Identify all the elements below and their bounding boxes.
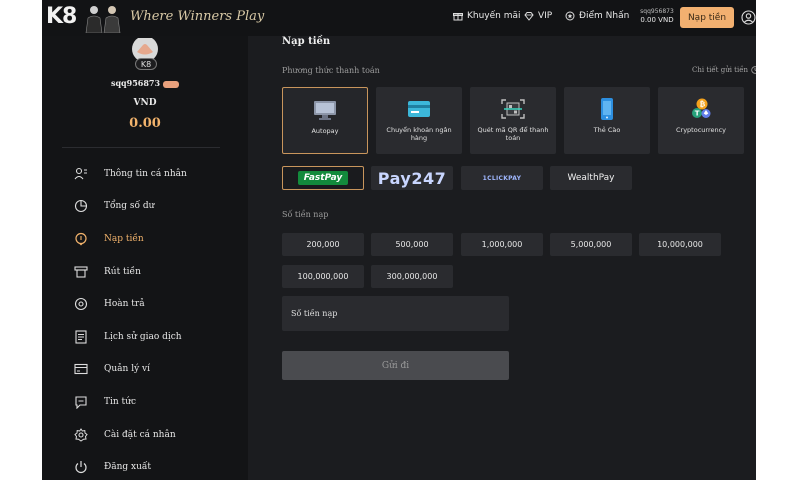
sidebar-item-label: Rút tiền (104, 267, 141, 277)
chat-icon (75, 396, 87, 409)
method-label: Chuyển khoản ngân hàng (386, 126, 452, 142)
provider-wealthpay-logo: WealthPay (567, 173, 615, 183)
amount-option[interactable]: 1,000,000 (461, 233, 543, 256)
method-label: Autopay (311, 127, 339, 135)
account-icon[interactable] (741, 10, 756, 25)
sidebar-balance: 0.00 (129, 116, 161, 131)
account-sidebar: K8 sqq956873 VND 0.00 Thông tin cá nhân … (42, 36, 248, 480)
monitor-icon (314, 101, 336, 120)
nav-promotions[interactable]: Khuyến mãi (453, 11, 521, 21)
crypto-coins-icon: ₿T (692, 98, 711, 118)
user-list-icon (74, 167, 87, 180)
svg-text:T: T (695, 110, 700, 118)
nav-vip-label: VIP (538, 11, 553, 21)
diamond-icon (524, 12, 534, 21)
sidebar-item-label: Nạp tiền (104, 234, 144, 244)
rebate-icon (74, 297, 88, 311)
method-scratch-card[interactable]: Thẻ Cào (564, 87, 650, 154)
sidebar-divider (62, 147, 220, 148)
sidebar-item-logout[interactable]: Đăng xuất (74, 456, 151, 478)
sidebar-item-label: Lịch sử giao dịch (104, 332, 182, 342)
amount-input[interactable] (282, 296, 509, 331)
gift-icon (453, 13, 463, 21)
amount-label: Số tiền nạp (282, 210, 329, 219)
header-deposit-button[interactable]: Nạp tiền (680, 7, 734, 28)
withdraw-icon (74, 266, 88, 278)
provider-fastpay[interactable]: FastPay (282, 166, 364, 190)
sidebar-item-label: Đăng xuất (104, 462, 152, 472)
deposit-icon (75, 232, 87, 246)
provider-wealthpay[interactable]: WealthPay (550, 166, 632, 190)
provider-fastpay-logo: FastPay (297, 171, 349, 185)
payment-method-label: Phương thức thanh toán (282, 66, 380, 75)
provider-1clickpay-logo: 1CLICKPAY (482, 174, 522, 182)
app-window: K8 Where Winners Play Khuyến mãi VIP Điể… (42, 0, 756, 480)
brand-tagline: Where Winners Play (130, 9, 265, 24)
power-icon (75, 461, 87, 474)
nav-highlights[interactable]: Điểm Nhấn (565, 11, 629, 21)
nav-vip[interactable]: VIP (524, 11, 552, 21)
header-user-info[interactable]: sqq956873 0.00 VND (638, 7, 676, 25)
deposit-details-link[interactable]: Chi tiết gửi tiền (692, 66, 756, 74)
provider-pay247-logo: Pay247 (377, 168, 447, 188)
sidebar-item-label: Quản lý ví (104, 364, 150, 374)
amount-option[interactable]: 100,000,000 (282, 265, 364, 288)
vip-badge-icon (163, 80, 180, 88)
brand-figures-icon (85, 6, 121, 33)
sidebar-item-wallet-management[interactable]: Quản lý ví (74, 358, 150, 380)
header-balance: 0.00 VND (640, 16, 674, 24)
header-username: sqq956873 (640, 8, 674, 15)
sidebar-item-rebate[interactable]: Hoàn trả (74, 293, 145, 315)
sidebar-item-news[interactable]: Tin tức (74, 391, 136, 413)
amount-option[interactable]: 5,000,000 (550, 233, 632, 256)
clock-icon (751, 66, 756, 74)
sidebar-item-label: Thông tin cá nhân (104, 169, 187, 179)
wallet-icon (74, 363, 88, 375)
bank-card-icon (408, 101, 430, 117)
svg-text:₿: ₿ (700, 101, 706, 109)
page-title: Nạp tiền (282, 36, 331, 47)
phone-card-icon (601, 98, 613, 120)
avatar-badge: K8 (135, 58, 157, 70)
provider-pay247[interactable]: Pay247 (371, 166, 453, 190)
top-header: K8 Where Winners Play Khuyến mãi VIP Điể… (42, 0, 756, 36)
sidebar-username: sqq956873 (42, 78, 248, 88)
sidebar-item-personal-info[interactable]: Thông tin cá nhân (74, 163, 187, 185)
sidebar-item-total-balance[interactable]: Tổng số dư (74, 195, 154, 217)
submit-button[interactable]: Gửi đi (282, 351, 509, 380)
amount-option[interactable]: 300,000,000 (371, 265, 453, 288)
sidebar-item-label: Tin tức (104, 397, 136, 407)
sidebar-item-label: Tổng số dư (104, 201, 155, 211)
k8-logo[interactable]: K8 (46, 4, 77, 29)
sidebar-currency: VND (133, 98, 157, 108)
qr-scan-icon (501, 99, 525, 119)
nav-promotions-label: Khuyến mãi (467, 11, 521, 21)
method-label: Cryptocurrency (675, 126, 727, 134)
deposit-details-text: Chi tiết gửi tiền (692, 66, 749, 74)
method-cryptocurrency[interactable]: ₿ T Cryptocurrency (658, 87, 744, 154)
method-label: Thẻ Cào (593, 126, 621, 134)
method-label: Quét mã QR để thanh toán (477, 126, 549, 142)
history-icon (75, 330, 87, 344)
sidebar-username-text: sqq956873 (110, 78, 161, 88)
sidebar-item-personal-settings[interactable]: Cài đặt cá nhân (74, 424, 176, 446)
deposit-panel: Nạp tiền Phương thức thanh toán Chi tiết… (262, 36, 756, 480)
star-badge-icon (565, 11, 575, 21)
wallet-chart-icon (74, 199, 88, 213)
method-bank-transfer[interactable]: Chuyển khoản ngân hàng (376, 87, 462, 154)
amount-option[interactable]: 200,000 (282, 233, 364, 256)
sidebar-item-deposit[interactable]: Nạp tiền (74, 228, 144, 250)
method-autopay[interactable]: Autopay (282, 87, 368, 154)
sidebar-item-label: Hoàn trả (104, 299, 145, 309)
method-qr-payment[interactable]: Quét mã QR để thanh toán (470, 87, 556, 154)
sidebar-item-withdraw[interactable]: Rút tiền (74, 261, 141, 283)
sidebar-item-transaction-history[interactable]: Lịch sử giao dịch (74, 326, 182, 348)
amount-option[interactable]: 500,000 (371, 233, 453, 256)
sidebar-item-label: Cài đặt cá nhân (104, 430, 176, 440)
logo-text: K8 (46, 4, 77, 29)
nav-highlights-label: Điểm Nhấn (579, 11, 630, 21)
amount-option[interactable]: 10,000,000 (639, 233, 721, 256)
provider-1clickpay[interactable]: 1CLICKPAY (461, 166, 543, 190)
settings-icon (74, 428, 88, 442)
